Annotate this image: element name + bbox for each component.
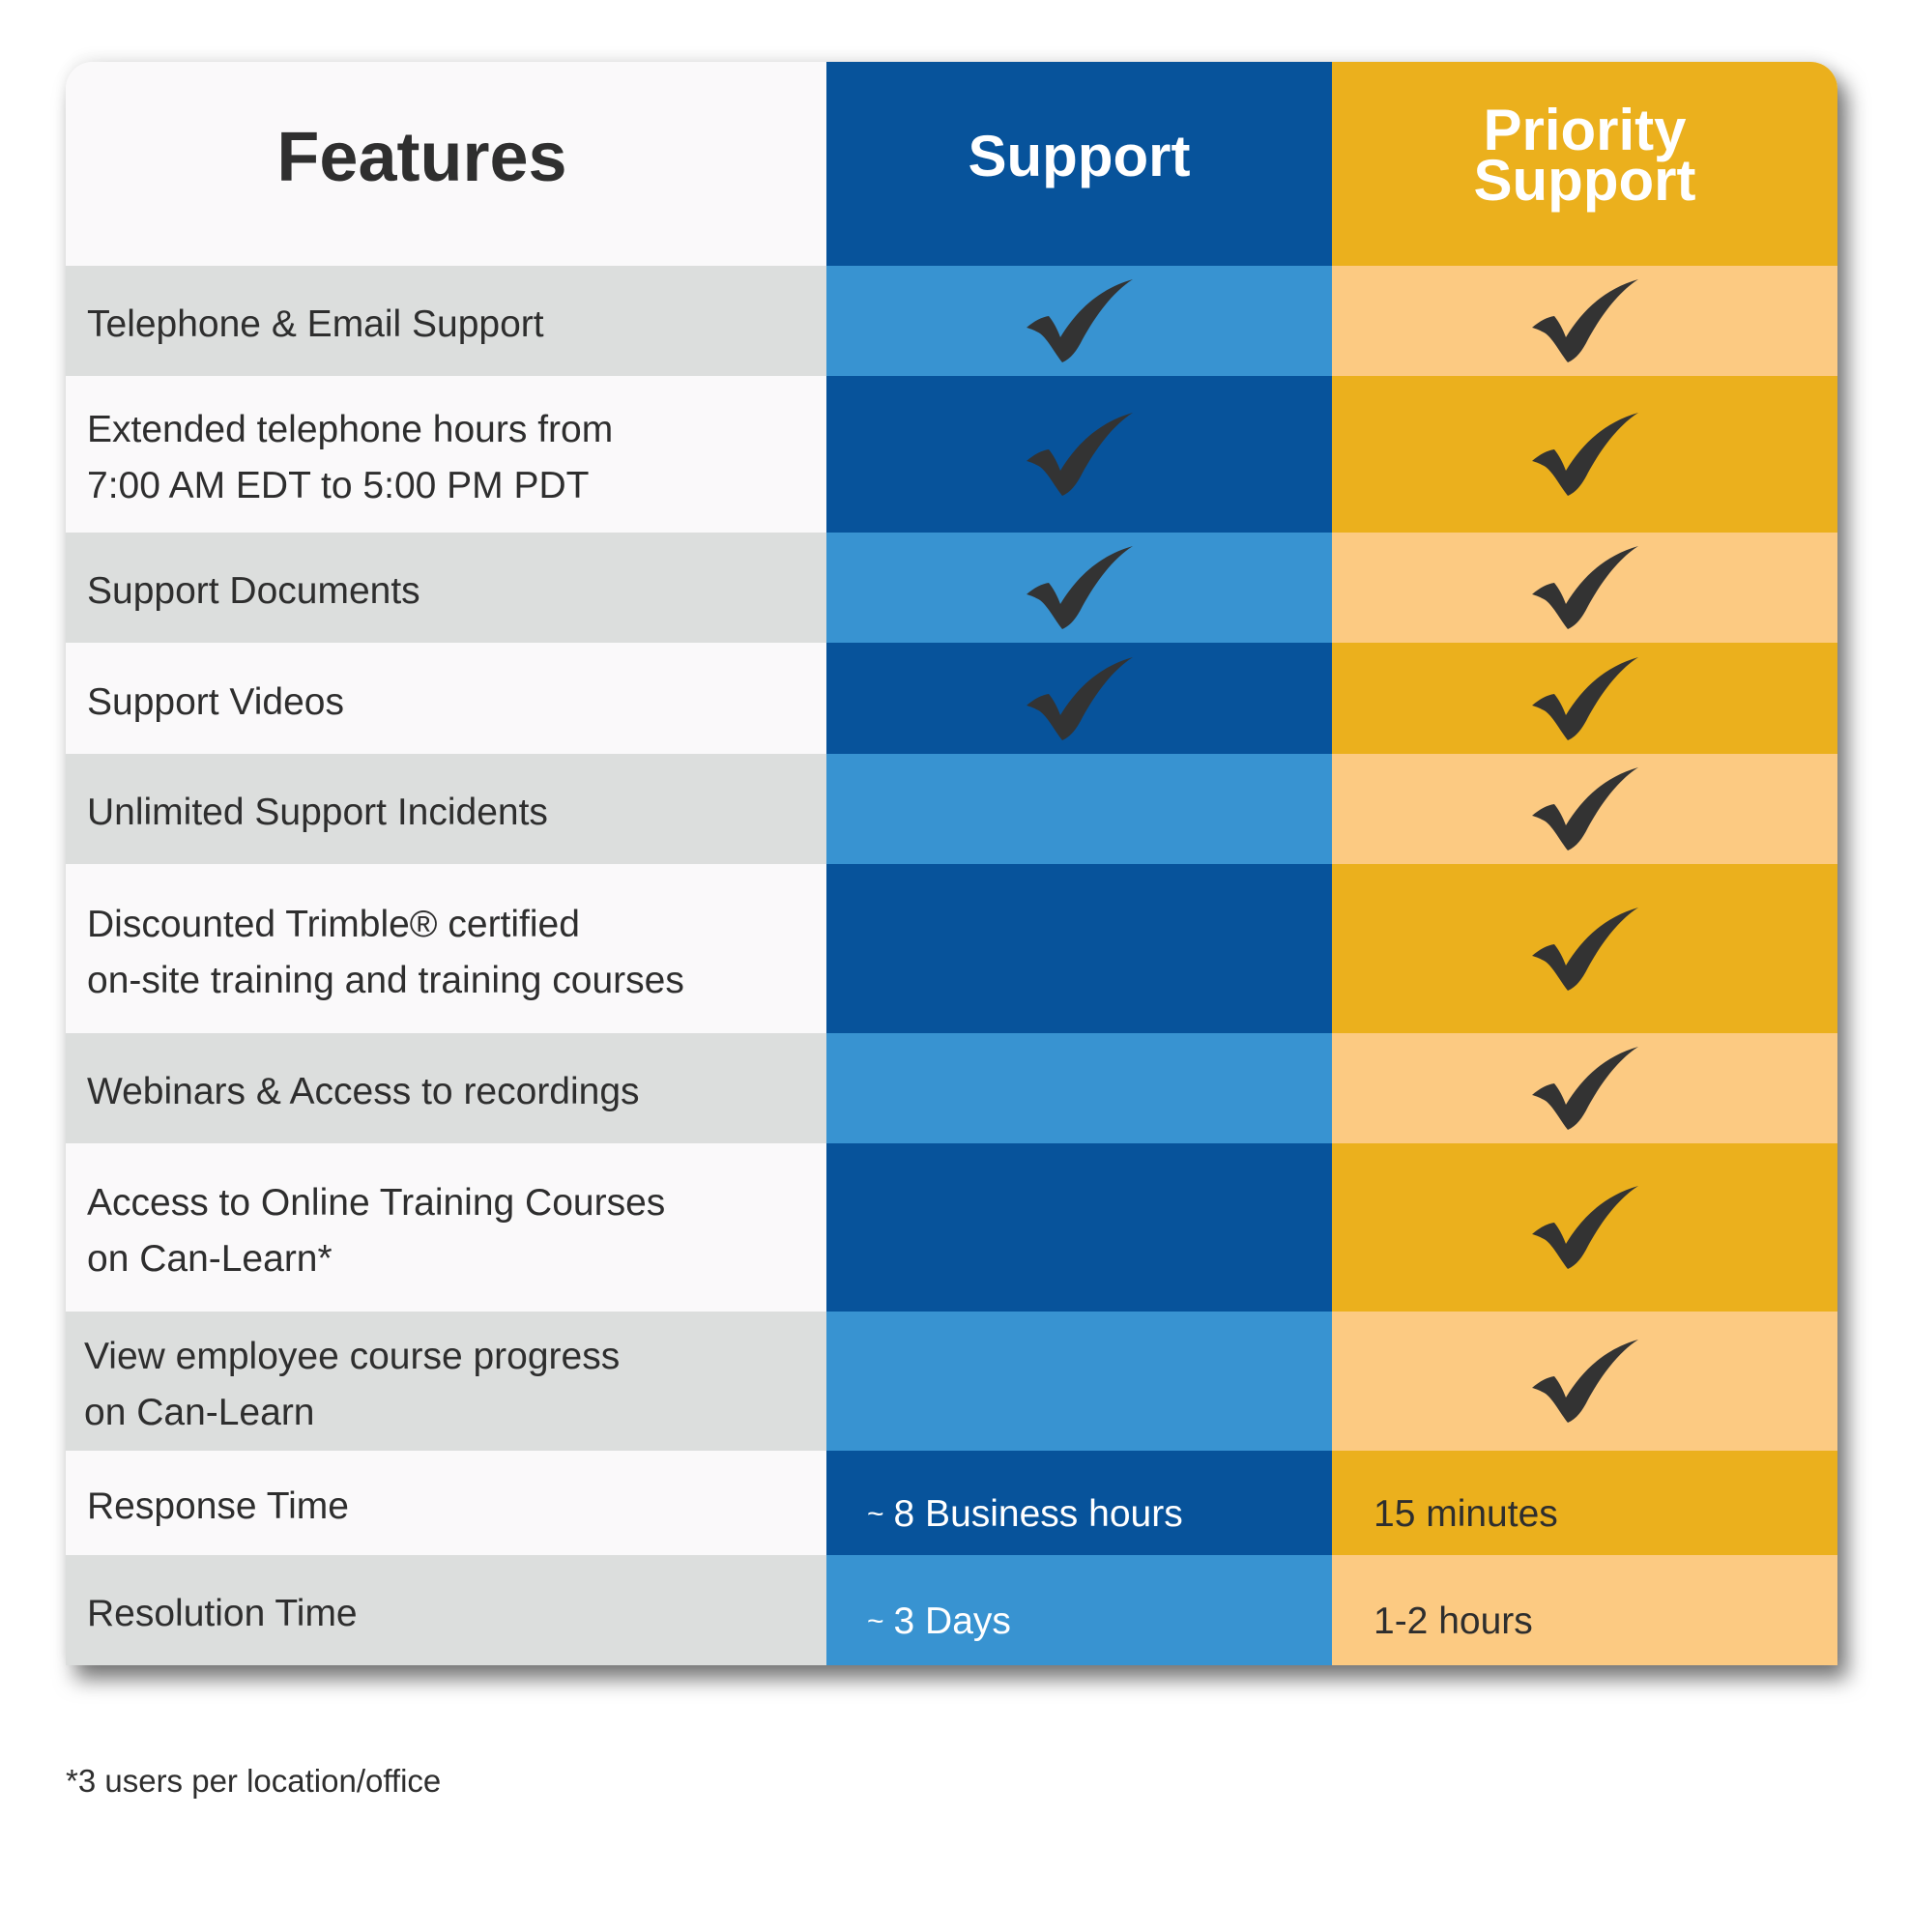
checkmark-icon: [1531, 1186, 1638, 1269]
checkmark-icon: [1531, 1340, 1638, 1423]
feature-label: Support Videos: [87, 680, 344, 723]
feature-label: Support Documents: [87, 570, 420, 612]
feature-label: Discounted Trimble® certified on-site tr…: [87, 903, 684, 1001]
priority-resolution-time: 1-2 hours: [1332, 1555, 1837, 1665]
priority-response-time-value: 15 minutes: [1374, 1493, 1558, 1535]
priority-cell: [1332, 754, 1837, 864]
support-cell: [826, 754, 1332, 864]
header-support-label: Support: [968, 124, 1191, 188]
feature-cell: Telephone & Email Support: [66, 266, 826, 376]
feature-cell: Unlimited Support Incidents: [66, 754, 826, 864]
support-response-time: ~ 8 Business hours: [826, 1451, 1332, 1555]
feature-cell: Support Videos: [66, 643, 826, 754]
feature-cell: Discounted Trimble® certified on-site tr…: [66, 864, 826, 1033]
checkmark-icon: [1531, 279, 1638, 362]
header-features-label: Features: [276, 118, 567, 196]
feature-cell: Extended telephone hours from 7:00 AM ED…: [66, 376, 826, 533]
support-resolution-time-value: 3 Days: [893, 1600, 1011, 1642]
feature-label: Extended telephone hours from 7:00 AM ED…: [87, 409, 614, 506]
feature-cell-resolution-time: Resolution Time: [66, 1555, 826, 1665]
support-resolution-time: ~ 3 Days: [826, 1555, 1332, 1665]
priority-cell: [1332, 1143, 1837, 1312]
feature-label: View employee course progress on Can-Lea…: [84, 1336, 621, 1433]
feature-label: Response Time: [87, 1485, 349, 1527]
feature-cell-response-time: Response Time: [66, 1451, 826, 1555]
feature-label: Resolution Time: [87, 1593, 358, 1634]
support-cell: [826, 643, 1332, 754]
checkmark-icon: [1026, 279, 1133, 362]
support-cell: [826, 1312, 1332, 1451]
priority-cell: [1332, 376, 1837, 533]
priority-resolution-time-value: 1-2 hours: [1374, 1600, 1533, 1642]
feature-label: Access to Online Training Courses on Can…: [87, 1182, 666, 1280]
support-cell: [826, 1033, 1332, 1143]
checkmark-icon: [1531, 1047, 1638, 1130]
feature-cell: View employee course progress on Can-Lea…: [66, 1312, 826, 1451]
checkmark-icon: [1531, 546, 1638, 629]
feature-cell: Access to Online Training Courses on Can…: [66, 1143, 826, 1312]
priority-cell: [1332, 643, 1837, 754]
feature-label: Unlimited Support Incidents: [87, 792, 548, 833]
priority-cell: [1332, 533, 1837, 643]
checkmark-icon: [1531, 767, 1638, 851]
feature-label: Webinars & Access to recordings: [87, 1071, 640, 1112]
header-features: Features: [66, 62, 826, 266]
priority-cell: [1332, 266, 1837, 376]
header-support: Support: [826, 62, 1332, 266]
header-priority-support: Priority Support: [1332, 62, 1837, 266]
support-cell: [826, 864, 1332, 1033]
feature-cell: Webinars & Access to recordings: [66, 1033, 826, 1143]
checkmark-icon: [1026, 413, 1133, 496]
priority-response-time: 15 minutes: [1332, 1451, 1837, 1555]
checkmark-icon: [1026, 546, 1133, 629]
priority-cell: [1332, 1312, 1837, 1451]
comparison-table: Features Support Priority Support Teleph…: [66, 62, 1837, 1665]
support-response-time-value: 8 Business hours: [893, 1493, 1183, 1535]
support-cell: [826, 533, 1332, 643]
header-priority-label-line2: Support: [1473, 147, 1696, 213]
feature-cell: Support Documents: [66, 533, 826, 643]
support-cell: [826, 266, 1332, 376]
support-cell: [826, 1143, 1332, 1312]
approx-symbol: ~: [867, 1605, 884, 1637]
priority-cell: [1332, 864, 1837, 1033]
checkmark-icon: [1531, 907, 1638, 991]
support-cell: [826, 376, 1332, 533]
checkmark-icon: [1531, 413, 1638, 496]
checkmark-icon: [1026, 656, 1133, 740]
priority-cell: [1332, 1033, 1837, 1143]
feature-label: Telephone & Email Support: [87, 303, 544, 345]
approx-symbol: ~: [867, 1498, 884, 1530]
checkmark-icon: [1531, 656, 1638, 740]
footnote: *3 users per location/office: [66, 1763, 442, 1799]
